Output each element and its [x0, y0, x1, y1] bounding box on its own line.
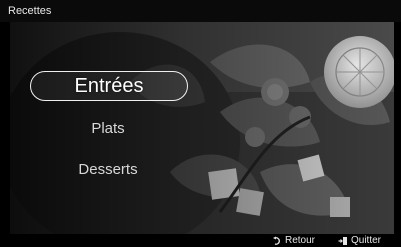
- exit-door-icon: [338, 236, 348, 246]
- quit-label: Quitter: [351, 235, 382, 246]
- quit-button[interactable]: Quitter: [338, 234, 381, 247]
- page-title: Recettes: [8, 5, 52, 17]
- title-bar: Recettes: [0, 0, 401, 22]
- back-label: Retour: [285, 235, 316, 246]
- menu-item-entrees[interactable]: Entrées: [30, 71, 188, 101]
- menu-item-plats[interactable]: Plats: [30, 120, 186, 137]
- return-arrow-icon: [272, 236, 282, 246]
- menu-item-desserts[interactable]: Desserts: [30, 161, 186, 178]
- screen: Recettes Entrées Plats Desserts Retour Q…: [0, 0, 401, 247]
- button-hint-bar: Retour Quitter: [0, 234, 401, 247]
- back-button[interactable]: Retour: [272, 234, 315, 247]
